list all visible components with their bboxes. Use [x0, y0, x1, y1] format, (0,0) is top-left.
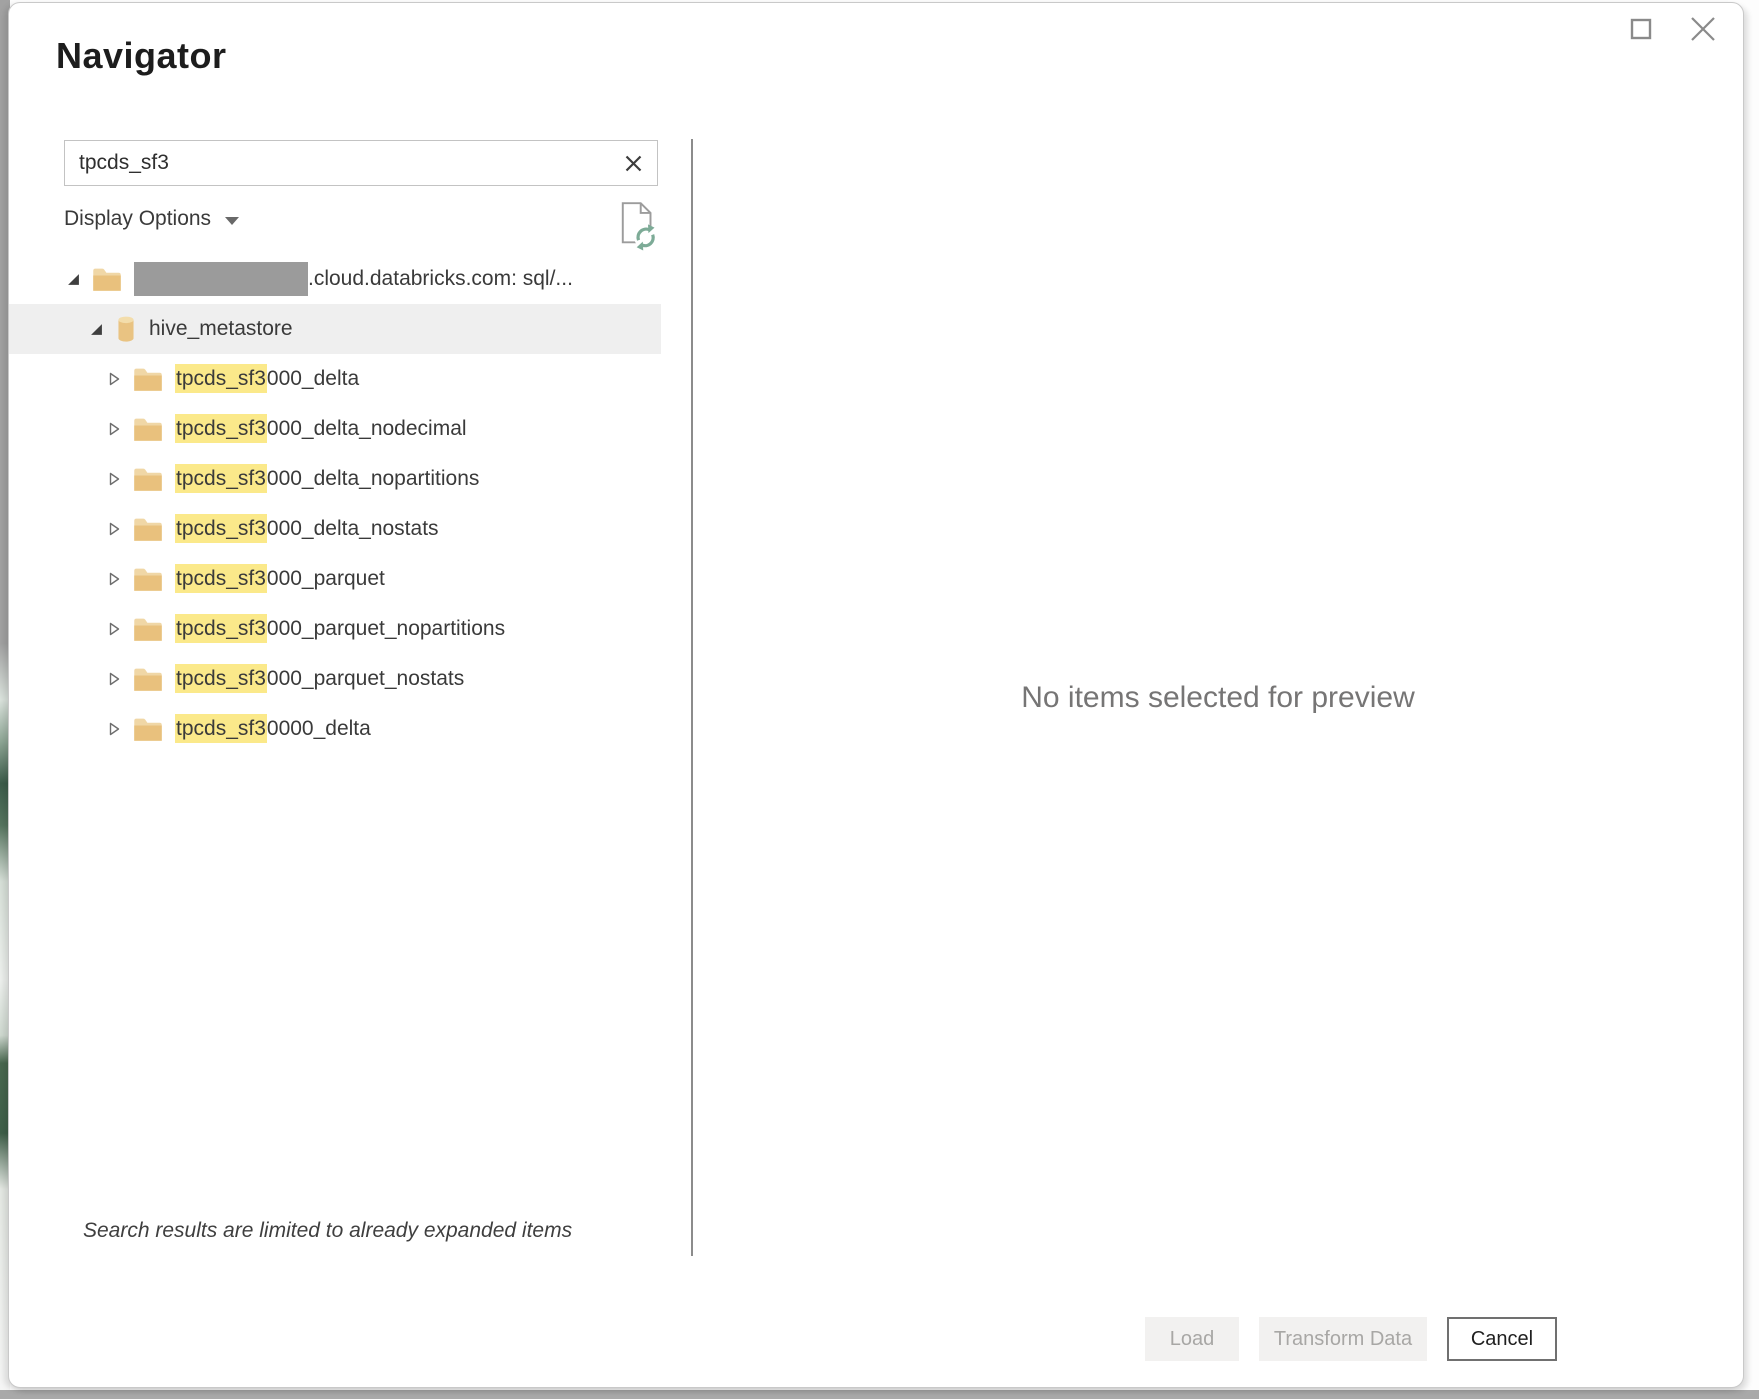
page-title: Navigator — [56, 35, 227, 77]
database-icon — [115, 315, 137, 343]
close-button[interactable] — [1689, 15, 1717, 43]
schema-label: tpcds_sf3000_parquet_nopartitions — [175, 617, 505, 641]
screen: Navigator Display Options — [0, 0, 1759, 1399]
tree-row-server[interactable]: .cloud.databricks.com: sql/... — [9, 254, 661, 304]
window-controls — [1627, 15, 1717, 43]
navigator-tree: .cloud.databricks.com: sql/... hive_meta… — [9, 254, 661, 754]
database-label: hive_metastore — [149, 317, 293, 341]
triangle-collapsed-icon[interactable] — [107, 722, 121, 736]
tree-row-schema[interactable]: tpcds_sf3000_parquet — [9, 554, 661, 604]
chevron-down-icon — [225, 217, 239, 225]
schema-label: tpcds_sf30000_delta — [175, 717, 371, 741]
redacted-hostname — [134, 262, 308, 296]
maximize-icon — [1630, 18, 1652, 40]
transform-data-button[interactable]: Transform Data — [1259, 1317, 1427, 1361]
tree-row-schema[interactable]: tpcds_sf3000_delta_nopartitions — [9, 454, 661, 504]
tree-row-schema[interactable]: tpcds_sf30000_delta — [9, 704, 661, 754]
search-limit-note: Search results are limited to already ex… — [83, 1219, 572, 1243]
folder-icon — [133, 717, 163, 742]
triangle-collapsed-icon[interactable] — [107, 522, 121, 536]
folder-icon — [92, 267, 122, 292]
schema-label: tpcds_sf3000_parquet_nostats — [175, 667, 464, 691]
close-icon — [1690, 16, 1716, 42]
triangle-collapsed-icon[interactable] — [107, 622, 121, 636]
folder-icon — [133, 667, 163, 692]
triangle-collapsed-icon[interactable] — [107, 472, 121, 486]
load-button[interactable]: Load — [1145, 1317, 1239, 1361]
footer-buttons: Load Transform Data Cancel — [1145, 1317, 1557, 1361]
folder-icon — [133, 567, 163, 592]
triangle-collapsed-icon[interactable] — [107, 572, 121, 586]
tree-row-schema[interactable]: tpcds_sf3000_parquet_nostats — [9, 654, 661, 704]
preview-empty-message: No items selected for preview — [1021, 681, 1415, 715]
schema-label: tpcds_sf3000_delta_nodecimal — [175, 417, 467, 441]
triangle-expanded-icon[interactable] — [66, 273, 80, 286]
triangle-collapsed-icon[interactable] — [107, 422, 121, 436]
navigator-dialog: Navigator Display Options — [8, 2, 1744, 1388]
folder-icon — [133, 617, 163, 642]
cancel-button[interactable]: Cancel — [1447, 1317, 1557, 1361]
display-options-dropdown[interactable]: Display Options — [64, 207, 239, 231]
tree-row-schema[interactable]: tpcds_sf3000_delta_nodecimal — [9, 404, 661, 454]
search-box — [64, 140, 658, 186]
triangle-expanded-icon[interactable] — [89, 323, 103, 336]
maximize-button[interactable] — [1627, 15, 1655, 43]
tree-row-schema[interactable]: tpcds_sf3000_delta_nostats — [9, 504, 661, 554]
tree-row-hive-metastore[interactable]: hive_metastore — [9, 304, 661, 354]
schema-label: tpcds_sf3000_delta_nostats — [175, 517, 439, 541]
triangle-collapsed-icon[interactable] — [107, 672, 121, 686]
search-input[interactable] — [65, 151, 609, 175]
schema-label: tpcds_sf3000_delta_nopartitions — [175, 467, 479, 491]
dialog-bottom-shadow — [0, 1390, 1759, 1399]
file-refresh-icon — [617, 201, 659, 251]
folder-icon — [133, 367, 163, 392]
tree-row-schema[interactable]: tpcds_sf3000_delta — [9, 354, 661, 404]
schema-label: tpcds_sf3000_delta — [175, 367, 359, 391]
display-options-label: Display Options — [64, 207, 211, 231]
clear-search-button[interactable] — [609, 141, 657, 185]
folder-icon — [133, 517, 163, 542]
schema-label: tpcds_sf3000_parquet — [175, 567, 385, 591]
folder-icon — [133, 467, 163, 492]
triangle-collapsed-icon[interactable] — [107, 372, 121, 386]
tree-row-schema[interactable]: tpcds_sf3000_parquet_nopartitions — [9, 604, 661, 654]
preview-pane: No items selected for preview — [693, 139, 1743, 1256]
x-icon — [624, 154, 643, 173]
folder-icon — [133, 417, 163, 442]
refresh-button[interactable] — [617, 201, 659, 251]
server-label: .cloud.databricks.com: sql/... — [308, 267, 573, 291]
